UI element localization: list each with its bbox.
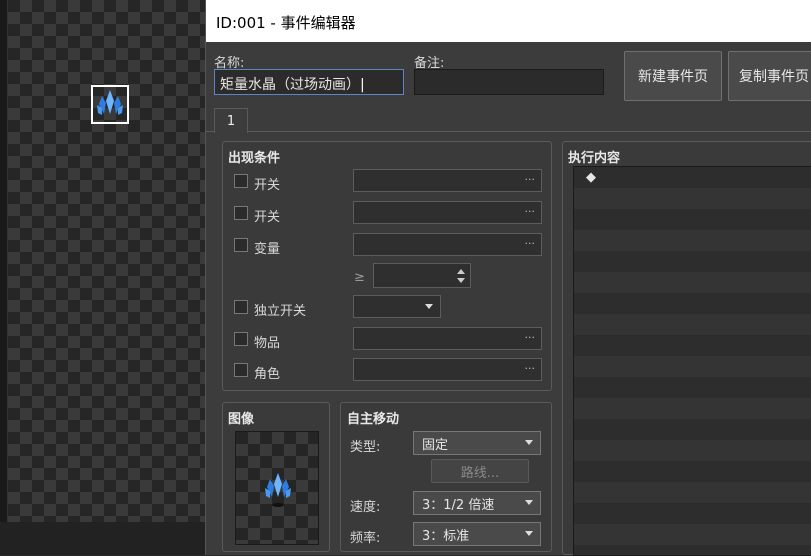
actor-selector[interactable]: ···: [353, 358, 542, 381]
map-status-area: [0, 522, 205, 555]
switch2-checkbox[interactable]: [234, 206, 248, 220]
ellipsis-icon: ···: [524, 205, 536, 218]
route-button[interactable]: 路线...: [431, 459, 529, 483]
move-frequency-dropdown[interactable]: 3：标准: [413, 522, 541, 546]
autonomous-movement-group: 自主移动 类型: 固定 路线... 速度: 3：1/2 倍速 频率: 3：标准: [340, 402, 552, 552]
map-grid[interactable]: [8, 0, 205, 522]
move-type-dropdown[interactable]: 固定: [413, 431, 541, 455]
spinner-arrows-icon: [457, 269, 465, 283]
move-frequency-label: 频率:: [350, 531, 381, 546]
copy-event-page-button[interactable]: 复制事件页: [728, 51, 811, 101]
contents-group: 执行内容 ◆: [562, 141, 811, 556]
contents-list-item[interactable]: ◆: [586, 170, 596, 185]
ellipsis-icon: ···: [524, 173, 536, 186]
event-image-preview[interactable]: [235, 431, 319, 545]
selected-event-tile[interactable]: [91, 85, 129, 124]
contents-title: 执行内容: [568, 151, 621, 166]
note-input[interactable]: [414, 69, 604, 95]
move-frequency-value: 3：标准: [422, 528, 470, 544]
switch2-label: 开关: [254, 210, 281, 225]
actor-label: 角色: [254, 367, 281, 382]
ellipsis-icon: ···: [524, 237, 536, 250]
variable-value-spinner[interactable]: [373, 263, 471, 288]
self-switch-dropdown[interactable]: [353, 295, 441, 318]
gte-symbol: ≥: [354, 270, 365, 285]
map-left-strip: [0, 0, 8, 555]
item-label: 物品: [254, 336, 281, 351]
self-switch-checkbox[interactable]: [234, 300, 248, 314]
map-view[interactable]: [0, 0, 205, 555]
image-group: 图像: [222, 402, 330, 552]
crystal-icon: [265, 473, 291, 507]
chevron-down-icon: [525, 531, 533, 536]
chevron-down-icon: [525, 440, 533, 445]
name-value: 矩量水晶（过场动画）: [220, 77, 360, 93]
item-checkbox[interactable]: [234, 332, 248, 346]
ellipsis-icon: ···: [524, 331, 536, 344]
move-speed-value: 3：1/2 倍速: [422, 497, 495, 513]
window-title: ID:001 - 事件编辑器: [206, 0, 811, 42]
actor-checkbox[interactable]: [234, 363, 248, 377]
switch1-label: 开关: [254, 178, 281, 193]
conditions-group: 出现条件 开关 ··· 开关 ··· 变量 ··· ≥ 独立开关 物品 ··· …: [222, 141, 552, 391]
variable-checkbox[interactable]: [234, 238, 248, 252]
move-type-value: 固定: [422, 437, 449, 453]
variable-label: 变量: [254, 242, 281, 257]
chevron-down-icon: [425, 304, 433, 309]
switch1-checkbox[interactable]: [234, 174, 248, 188]
name-input[interactable]: 矩量水晶（过场动画）|: [214, 69, 404, 95]
move-speed-dropdown[interactable]: 3：1/2 倍速: [413, 491, 541, 515]
event-editor-window: ID:001 - 事件编辑器 名称: 矩量水晶（过场动画）| 备注: 新建事件页…: [205, 0, 811, 556]
move-speed-label: 速度:: [350, 500, 381, 515]
new-event-page-button[interactable]: 新建事件页: [624, 51, 722, 101]
tab-page-1[interactable]: 1: [214, 108, 248, 133]
self-switch-label: 独立开关: [254, 304, 307, 319]
variable-selector[interactable]: ···: [353, 233, 542, 256]
switch2-selector[interactable]: ···: [353, 201, 542, 224]
item-selector[interactable]: ···: [353, 327, 542, 350]
contents-list[interactable]: ◆: [573, 166, 811, 556]
image-title: 图像: [228, 412, 255, 427]
chevron-down-icon: [525, 500, 533, 505]
switch1-selector[interactable]: ···: [353, 169, 542, 192]
autonomous-title: 自主移动: [347, 412, 400, 427]
crystal-icon: [97, 90, 123, 115]
ellipsis-icon: ···: [524, 362, 536, 375]
conditions-title: 出现条件: [228, 151, 281, 166]
move-type-label: 类型:: [350, 440, 381, 455]
